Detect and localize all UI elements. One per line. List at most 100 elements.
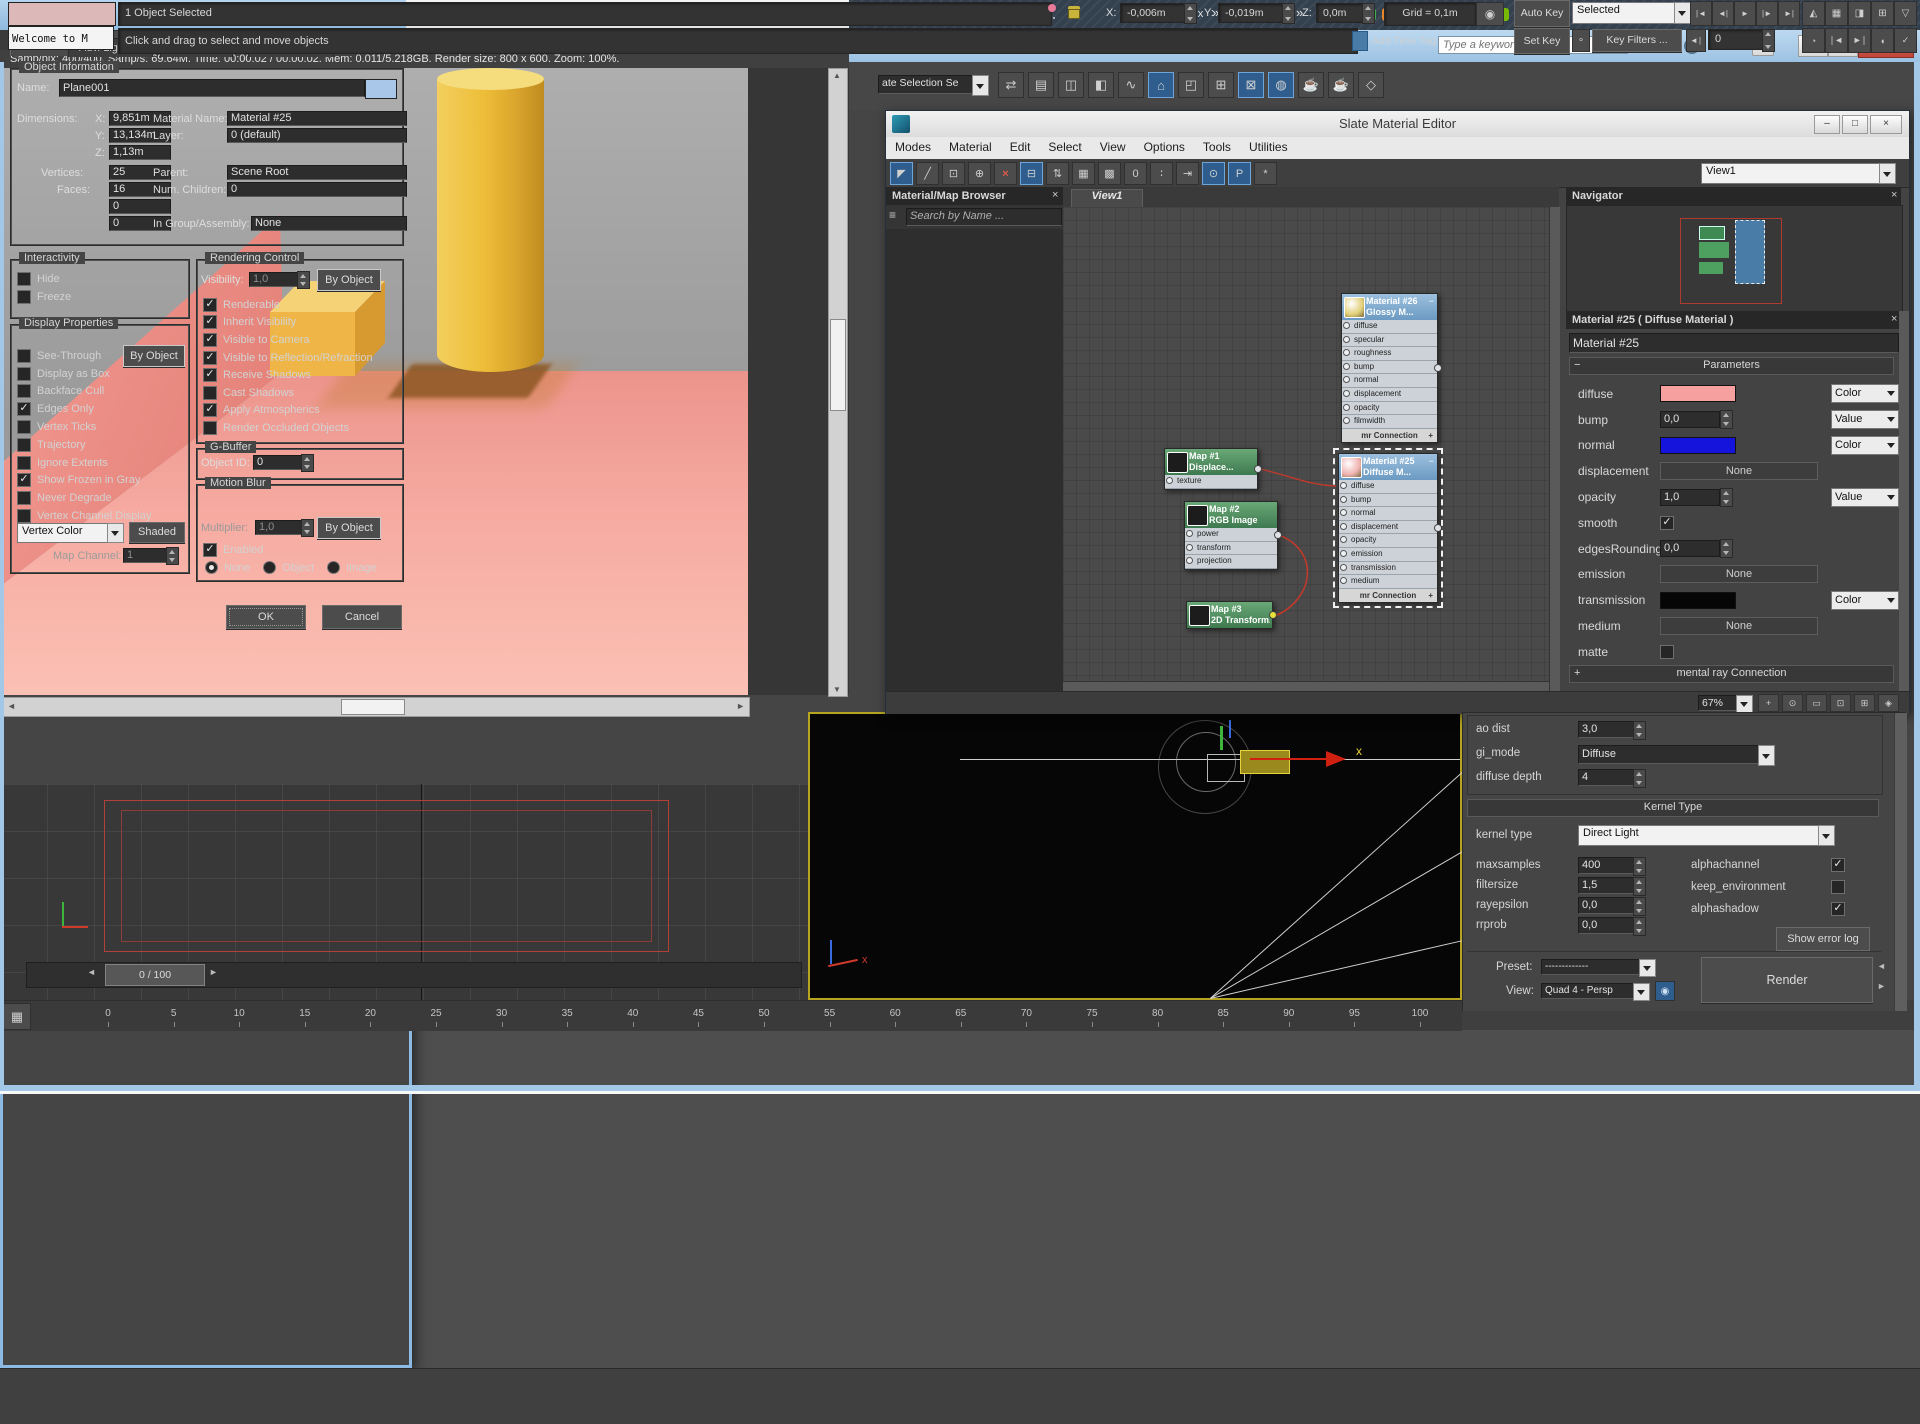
node-slot-transmission[interactable]: transmission [1339, 562, 1437, 576]
pan-view-icon[interactable]: + [1758, 694, 1779, 712]
slider-right-arrow-icon[interactable]: ► [209, 967, 218, 977]
checkbox-row[interactable]: Trajectory [17, 436, 151, 454]
node-slot-bump[interactable]: bump [1339, 494, 1437, 508]
set-key-button[interactable]: Set Key [1514, 28, 1570, 54]
zoom-region-icon[interactable]: ▭ [1806, 694, 1827, 712]
node-header[interactable]: Material #25Diffuse M...− [1339, 454, 1437, 480]
octane-vscrollbar[interactable]: ▲ ▼ [828, 68, 848, 697]
rrprob-field[interactable]: 0,0 [1578, 917, 1636, 934]
playback-start-icon[interactable]: |◄ [1690, 1, 1712, 26]
coord-y-spinner[interactable] [1282, 3, 1295, 24]
node-slot-bump[interactable]: bump [1342, 361, 1437, 375]
node-slot-opacity[interactable]: opacity [1342, 402, 1437, 416]
object-color-swatch[interactable] [365, 79, 397, 99]
param-type-dropdown[interactable]: Color [1831, 591, 1899, 610]
frame-spinner[interactable] [1762, 29, 1775, 52]
checkbox-row[interactable]: ✓Visible to Reflection/Refraction [203, 349, 373, 367]
param-row-diffuse[interactable]: diffuseColor [1578, 381, 1900, 407]
param-checkbox[interactable] [1660, 645, 1674, 659]
node-footer-expand-icon[interactable]: + [1428, 589, 1433, 602]
rendered-frame-icon[interactable]: ⊠ [1238, 72, 1264, 98]
timeline-tick[interactable]: 5 [159, 1008, 189, 1019]
param-row-matte[interactable]: matte [1578, 639, 1900, 665]
node-footer[interactable]: mr Connection+ [1339, 589, 1437, 602]
alphashadow-checkbox[interactable]: ✓ [1831, 902, 1845, 916]
param-value-field[interactable]: 0,0 [1660, 540, 1720, 557]
vscroll-down-icon[interactable]: ▼ [833, 685, 841, 694]
checkbox-row[interactable]: Never Degrade [17, 489, 151, 507]
node-slot-transform[interactable]: transform [1185, 542, 1277, 556]
checkbox[interactable] [17, 438, 31, 452]
node-header[interactable]: Material #26Glossy M...− [1342, 294, 1437, 320]
slate-menu-modes[interactable]: Modes [886, 137, 940, 157]
auto-key-button[interactable]: Auto Key [1514, 0, 1570, 27]
timeline-tick[interactable]: 15 [290, 1008, 320, 1019]
timeline-tick[interactable]: 80 [1143, 1008, 1173, 1019]
map-node[interactable]: Map #32D Transform... [1186, 601, 1273, 629]
zoom-view-icon[interactable]: ⊙ [1782, 694, 1803, 712]
checkbox[interactable] [17, 272, 31, 286]
zoom-arrow-icon[interactable] [1736, 695, 1753, 713]
pick-material-icon[interactable]: ╱ [916, 162, 939, 185]
checkbox[interactable] [17, 367, 31, 381]
pin-panel-icon[interactable]: P [1228, 162, 1251, 185]
checkbox[interactable] [17, 349, 31, 363]
enabled-checkbox[interactable]: ✓ [203, 543, 217, 557]
node-slot-filmwidth[interactable]: filmwidth [1342, 415, 1437, 429]
browser-menu-icon[interactable]: ≡ [889, 208, 896, 222]
checkbox[interactable]: ✓ [203, 351, 217, 365]
kernel-type-dropdown[interactable]: Direct Light [1578, 825, 1826, 846]
slate-minimize-button[interactable]: – [1814, 115, 1840, 134]
layout-children-icon[interactable]: ⇅ [1046, 162, 1069, 185]
named-selection-set-dropdown[interactable]: ate Selection Se [878, 75, 978, 94]
params-vscrollbar[interactable] [1899, 311, 1909, 691]
maxscript-icon[interactable]: ✓ [1894, 28, 1917, 53]
in-tangent-icon[interactable]: ◨ [1848, 1, 1871, 26]
checkbox[interactable] [17, 509, 31, 523]
slate-view-arrow-icon[interactable] [1879, 163, 1896, 184]
timeline-tick[interactable]: 10 [224, 1008, 254, 1019]
selection-set-arrow-icon[interactable] [972, 75, 989, 96]
kernel-type-rollout[interactable]: Kernel Type [1467, 799, 1879, 817]
vscroll-handle[interactable] [830, 319, 846, 411]
node-header[interactable]: Map #2RGB Image [1185, 502, 1277, 528]
coord-x-spinner[interactable] [1184, 3, 1197, 24]
node-header[interactable]: Map #1Displace... [1165, 449, 1257, 475]
timeline-tick[interactable]: 90 [1274, 1008, 1304, 1019]
ok-button[interactable]: OK [226, 605, 306, 629]
enabled-row[interactable]: ✓ Enabled [203, 543, 263, 557]
navigator-canvas[interactable] [1566, 205, 1903, 313]
timeline-tick[interactable]: 100 [1405, 1008, 1435, 1019]
material-name-field[interactable]: Material #25 [1569, 333, 1899, 353]
param-value-field[interactable]: 0,0 [1660, 411, 1720, 428]
param-row-smooth[interactable]: smooth✓ [1578, 510, 1900, 536]
node-slot-roughness[interactable]: roughness [1342, 347, 1437, 361]
rendering-by-object-button[interactable]: By Object [317, 269, 381, 291]
perspective-viewport[interactable]: x x [808, 712, 1462, 1000]
checkbox-row[interactable]: Ignore Extents [17, 454, 151, 472]
slate-menu-material[interactable]: Material [940, 137, 1001, 157]
object-name-field[interactable]: Plane001 [59, 79, 365, 97]
preset-arrow-icon[interactable] [1639, 959, 1656, 977]
param-row-edgesRounding[interactable]: edgesRounding0,0 [1578, 536, 1900, 562]
checkbox-row[interactable]: Backface Cull [17, 383, 151, 401]
checkbox[interactable] [17, 290, 31, 304]
filtersize-spinner[interactable] [1633, 877, 1646, 896]
checkbox[interactable] [17, 384, 31, 398]
view-dropdown[interactable]: Quad 4 - Persp [1541, 983, 1639, 999]
set-key-filters-icon[interactable]: ∘ [1572, 29, 1590, 52]
param-row-emission[interactable]: emissionNone [1578, 562, 1900, 588]
rayepsilon-spinner[interactable] [1633, 897, 1646, 916]
show-error-log-button[interactable]: Show error log [1776, 927, 1870, 951]
octane-hscrollbar[interactable]: ◄ ► [2, 697, 750, 717]
browser-body[interactable] [886, 229, 1064, 691]
align-icon[interactable]: ▤ [1028, 72, 1054, 98]
multiplier-spinner[interactable] [301, 519, 314, 537]
param-type-dropdown[interactable]: Color [1831, 384, 1899, 403]
checkbox-row[interactable]: ✓Visible to Camera [203, 331, 373, 349]
timeline-tick[interactable]: 45 [683, 1008, 713, 1019]
checkbox-row[interactable]: Freeze [17, 288, 71, 306]
slate-menu-utilities[interactable]: Utilities [1240, 137, 1297, 157]
separator-icon[interactable]: ∶ [1150, 162, 1173, 185]
material-params-header[interactable]: Material #25 ( Diffuse Material ) [1566, 311, 1901, 329]
